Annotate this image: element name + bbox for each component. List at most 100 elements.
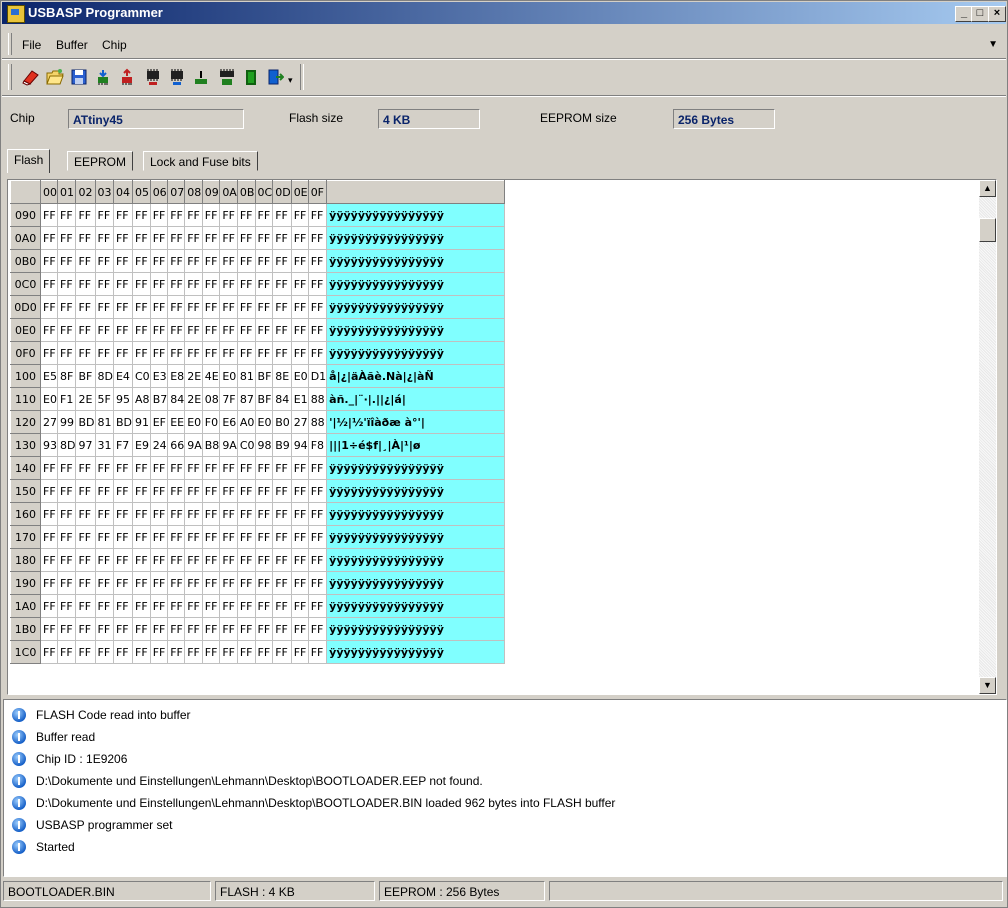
hex-byte-cell[interactable]: FF [112, 571, 134, 595]
hex-byte-cell[interactable]: FF [132, 203, 151, 227]
hex-byte-cell[interactable]: FF [201, 456, 221, 480]
row-address[interactable]: 180 [10, 548, 41, 572]
hex-byte-cell[interactable]: FF [167, 617, 186, 641]
hex-byte-cell[interactable]: FF [219, 203, 238, 227]
hex-byte-cell[interactable]: FF [272, 640, 292, 664]
hex-byte-cell[interactable]: FF [272, 617, 292, 641]
hex-byte-cell[interactable]: FF [149, 295, 169, 319]
ascii-cell[interactable]: ÿÿÿÿÿÿÿÿÿÿÿÿÿÿÿÿ [326, 479, 506, 503]
hex-byte-cell[interactable]: FF [94, 571, 114, 595]
hex-byte-cell[interactable]: FF [112, 456, 134, 480]
hex-byte-cell[interactable]: 08 [201, 387, 221, 411]
maximize-button[interactable]: □ [971, 6, 989, 22]
hex-byte-cell[interactable]: FF [40, 640, 58, 664]
hex-byte-cell[interactable]: FF [56, 226, 77, 250]
hex-byte-cell[interactable]: FF [56, 203, 77, 227]
hex-byte-cell[interactable]: A8 [132, 387, 151, 411]
hex-byte-cell[interactable]: FF [94, 226, 114, 250]
ascii-cell[interactable]: ÿÿÿÿÿÿÿÿÿÿÿÿÿÿÿÿ [326, 272, 506, 296]
hex-byte-cell[interactable]: FF [272, 502, 292, 526]
hex-byte-cell[interactable]: FF [167, 341, 186, 365]
hex-byte-cell[interactable]: FF [56, 525, 77, 549]
hex-byte-cell[interactable]: FF [75, 640, 96, 664]
hex-byte-cell[interactable]: FF [184, 548, 203, 572]
vertical-scrollbar[interactable]: ▲ ▼ [979, 180, 996, 694]
hex-byte-cell[interactable]: 9A [219, 433, 238, 457]
hex-byte-cell[interactable]: FF [94, 617, 114, 641]
hex-byte-cell[interactable]: FF [94, 594, 114, 618]
hex-byte-cell[interactable]: C0 [236, 433, 256, 457]
hex-byte-cell[interactable]: E4 [112, 364, 134, 388]
hex-byte-cell[interactable]: F0 [201, 410, 221, 434]
hex-byte-cell[interactable]: FF [184, 272, 203, 296]
hex-byte-cell[interactable]: FF [149, 571, 169, 595]
hex-byte-cell[interactable]: FF [272, 456, 292, 480]
hex-byte-cell[interactable]: 81 [94, 410, 114, 434]
hex-byte-cell[interactable]: A0 [236, 410, 256, 434]
hex-byte-cell[interactable]: FF [132, 341, 151, 365]
hex-byte-cell[interactable]: 66 [167, 433, 186, 457]
hex-byte-cell[interactable]: FF [167, 456, 186, 480]
row-address[interactable]: 100 [10, 364, 41, 388]
hex-byte-cell[interactable]: FF [40, 203, 58, 227]
hex-byte-cell[interactable]: FF [132, 617, 151, 641]
hex-byte-cell[interactable]: B9 [272, 433, 292, 457]
hex-byte-cell[interactable]: FF [254, 525, 274, 549]
hex-byte-cell[interactable]: FF [56, 548, 77, 572]
scroll-down-button[interactable]: ▼ [979, 677, 996, 694]
hex-byte-cell[interactable]: FF [236, 548, 256, 572]
hex-byte-cell[interactable]: FF [167, 502, 186, 526]
hex-byte-cell[interactable]: 99 [56, 410, 77, 434]
hex-byte-cell[interactable]: FF [94, 203, 114, 227]
hex-byte-cell[interactable]: FF [219, 571, 238, 595]
hex-byte-cell[interactable]: FF [307, 525, 328, 549]
hex-byte-cell[interactable]: FF [307, 502, 328, 526]
ascii-cell[interactable]: ÿÿÿÿÿÿÿÿÿÿÿÿÿÿÿÿ [326, 502, 506, 526]
hex-byte-cell[interactable]: FF [219, 617, 238, 641]
hex-byte-cell[interactable]: FF [167, 318, 186, 342]
menu-file[interactable]: File [22, 38, 41, 52]
ascii-cell[interactable]: ÿÿÿÿÿÿÿÿÿÿÿÿÿÿÿÿ [326, 571, 506, 595]
hex-byte-cell[interactable]: FF [290, 479, 309, 503]
hex-byte-cell[interactable]: FF [149, 502, 169, 526]
hex-byte-cell[interactable]: FF [254, 272, 274, 296]
hex-byte-cell[interactable]: FF [75, 617, 96, 641]
hex-byte-cell[interactable]: FF [290, 203, 309, 227]
hex-byte-cell[interactable]: FF [307, 203, 328, 227]
hex-byte-cell[interactable]: E0 [40, 387, 58, 411]
hex-byte-cell[interactable]: FF [219, 341, 238, 365]
hex-byte-cell[interactable]: FF [307, 456, 328, 480]
hex-byte-cell[interactable]: FF [56, 617, 77, 641]
row-address[interactable]: 120 [10, 410, 41, 434]
hex-byte-cell[interactable]: FF [112, 203, 134, 227]
row-address[interactable]: 0D0 [10, 295, 41, 319]
hex-byte-cell[interactable]: 88 [307, 387, 328, 411]
hex-byte-cell[interactable]: 95 [112, 387, 134, 411]
hex-byte-cell[interactable]: FF [40, 456, 58, 480]
hex-byte-cell[interactable]: 93 [40, 433, 58, 457]
hex-byte-cell[interactable]: 4E [201, 364, 221, 388]
hex-byte-cell[interactable]: FF [307, 272, 328, 296]
hex-byte-cell[interactable]: FF [254, 640, 274, 664]
hex-byte-cell[interactable]: E0 [219, 364, 238, 388]
hex-byte-cell[interactable]: E0 [290, 364, 309, 388]
hex-byte-cell[interactable]: FF [132, 272, 151, 296]
hex-byte-cell[interactable]: 7F [219, 387, 238, 411]
hex-byte-cell[interactable]: FF [290, 318, 309, 342]
hex-byte-cell[interactable]: FF [75, 502, 96, 526]
ascii-cell[interactable]: ÿÿÿÿÿÿÿÿÿÿÿÿÿÿÿÿ [326, 525, 506, 549]
hex-byte-cell[interactable]: FF [94, 249, 114, 273]
read-flash-icon[interactable] [144, 68, 162, 86]
hex-byte-cell[interactable]: FF [219, 502, 238, 526]
hex-byte-cell[interactable]: FF [112, 640, 134, 664]
hex-byte-cell[interactable]: FF [254, 502, 274, 526]
hex-byte-cell[interactable]: FF [219, 548, 238, 572]
hex-byte-cell[interactable]: 8D [94, 364, 114, 388]
hex-byte-cell[interactable]: FF [254, 617, 274, 641]
hex-byte-cell[interactable]: FF [219, 479, 238, 503]
scroll-thumb[interactable] [979, 218, 996, 242]
ascii-cell[interactable]: ÿÿÿÿÿÿÿÿÿÿÿÿÿÿÿÿ [326, 203, 506, 227]
hex-byte-cell[interactable]: FF [149, 548, 169, 572]
hex-byte-cell[interactable]: E1 [290, 387, 309, 411]
hex-byte-cell[interactable]: FF [236, 594, 256, 618]
